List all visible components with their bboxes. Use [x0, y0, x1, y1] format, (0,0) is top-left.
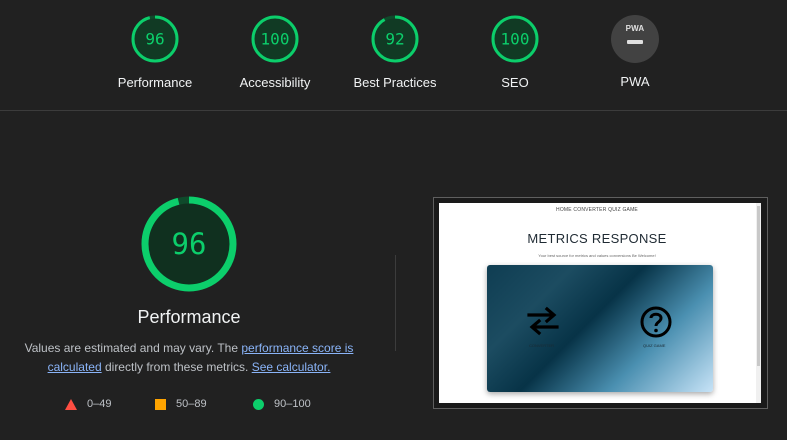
card-label-quiz: QUIZ GAME — [643, 343, 666, 348]
screenshot-site-title: METRICS RESPONSE — [527, 231, 667, 246]
score-value: 100 — [261, 30, 290, 49]
card-label-converter: CONVERTER — [529, 343, 555, 348]
swap-arrows-icon — [527, 306, 559, 336]
screenshot-tagline: Your best source for metrics and values … — [538, 253, 656, 258]
legend-item-fail: 0–49 — [65, 398, 111, 410]
scrollbar-thumb — [757, 206, 760, 366]
category-scores-row: 96 Performance 100 Accessibility 92 Best… — [0, 0, 787, 111]
triangle-icon — [65, 398, 77, 410]
score-value: 100 — [501, 30, 530, 49]
score-gauge-ring: 100 — [251, 15, 299, 63]
pwa-dash-icon — [627, 40, 643, 44]
question-circle-icon — [640, 306, 672, 338]
gauge-seo[interactable]: 100 SEO — [460, 14, 570, 90]
scrollbar — [756, 203, 761, 403]
legend-range: 0–49 — [87, 398, 112, 410]
legend-range: 90–100 — [274, 398, 311, 410]
gauge-performance[interactable]: 96 Performance — [100, 14, 210, 90]
performance-score-gauge: 96 — [141, 196, 237, 292]
legend-item-pass: 90–100 — [253, 398, 311, 410]
gauge-label: PWA — [620, 74, 650, 89]
score-gauge-ring: 100 — [491, 15, 539, 63]
score-value: 92 — [385, 30, 404, 49]
score-value: 96 — [145, 30, 164, 49]
gauge-label: Best Practices — [353, 75, 437, 90]
gauge-label: SEO — [501, 75, 529, 90]
circle-icon — [253, 398, 264, 410]
description-text: Values are estimated and may vary. The — [24, 341, 242, 355]
pwa-badge-icon: PWA — [611, 15, 659, 63]
score-gauge-ring: 96 — [131, 15, 179, 63]
score-gauge-ring: 92 — [371, 15, 419, 63]
legend-range: 50–89 — [176, 398, 207, 410]
page-screenshot-thumbnail[interactable]: HOME CONVERTER QUIZ GAME METRICS RESPONS… — [433, 197, 768, 409]
performance-description: Values are estimated and may vary. The p… — [18, 339, 360, 377]
performance-title: Performance — [137, 307, 241, 327]
screenshot-page: HOME CONVERTER QUIZ GAME METRICS RESPONS… — [439, 203, 761, 403]
gauge-best-practices[interactable]: 92 Best Practices — [340, 14, 450, 90]
gauge-pwa[interactable]: PWA PWA — [580, 14, 690, 89]
gauge-accessibility[interactable]: 100 Accessibility — [220, 14, 330, 90]
screenshot-nav: HOME CONVERTER QUIZ GAME — [556, 207, 638, 213]
vertical-divider — [395, 255, 396, 351]
pwa-badge-text: PWA — [625, 24, 645, 33]
gauge-label: Performance — [117, 75, 193, 90]
performance-score-value: 96 — [172, 227, 207, 261]
gauge-label: Accessibility — [239, 75, 311, 90]
description-text: directly from these metrics. — [101, 360, 252, 374]
screenshot-hero-card: CONVERTER QUIZ GAME — [487, 265, 713, 392]
see-calculator-link[interactable]: See calculator. — [252, 360, 331, 374]
legend-item-average: 50–89 — [155, 398, 207, 410]
square-icon — [155, 398, 166, 410]
